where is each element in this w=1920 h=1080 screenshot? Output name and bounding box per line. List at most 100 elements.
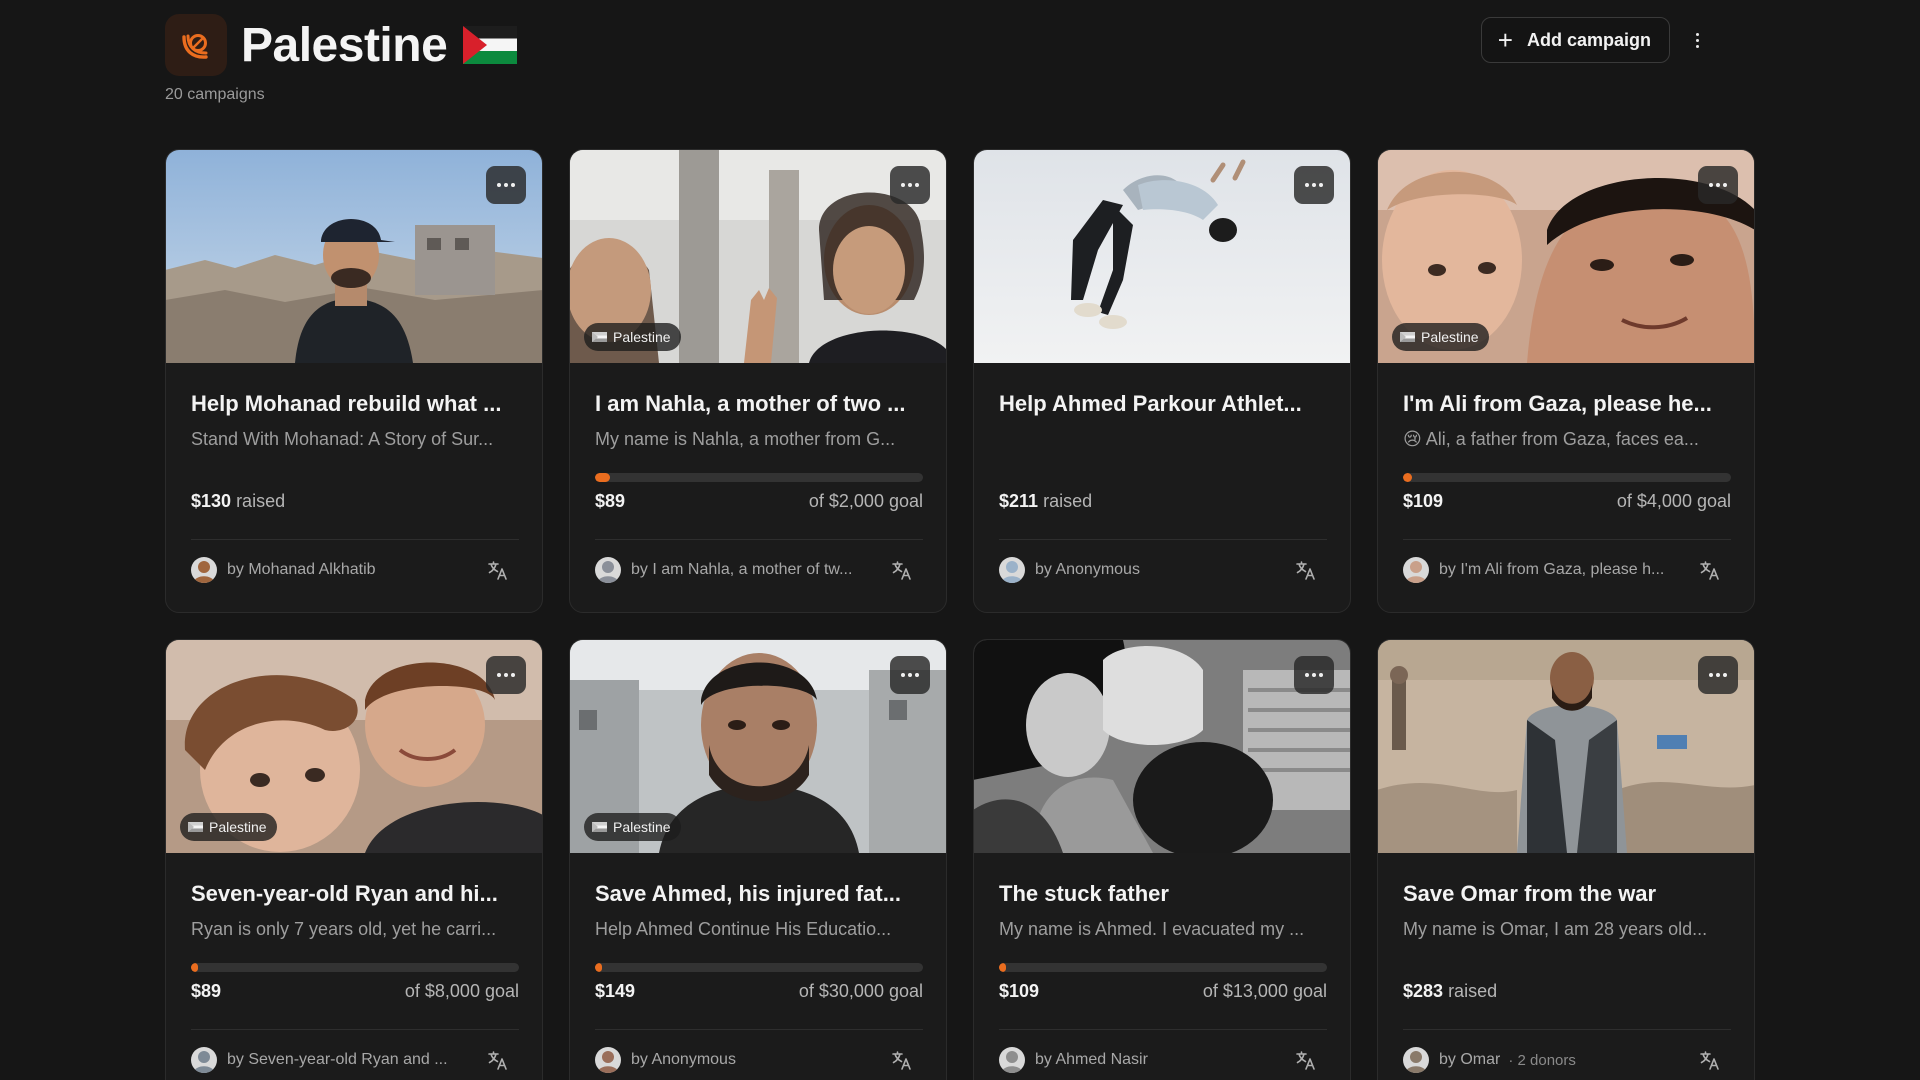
- palestine-flag-icon: [463, 26, 518, 64]
- campaign-title[interactable]: The stuck father: [999, 881, 1329, 907]
- raised-label: raised: [1448, 981, 1498, 1001]
- campaign-title[interactable]: I'm Ali from Gaza, please he...: [1403, 391, 1733, 417]
- donor-count: · 2 donors: [1508, 1051, 1576, 1069]
- palestine-flag-icon: [188, 822, 203, 832]
- campaign-author: by Ahmed Nasir: [999, 1045, 1327, 1075]
- avatar: [595, 557, 621, 583]
- campaign-title[interactable]: Save Omar from the war: [1403, 881, 1733, 907]
- author-name[interactable]: by I'm Ali from Gaza, please h...: [1439, 561, 1664, 579]
- goal-amount: of $30,000 goal: [798, 981, 923, 1001]
- campaign-photo: Palestine: [570, 150, 946, 363]
- funding-row: $283 raised: [1403, 981, 1731, 1002]
- funding-row: $149 of $30,000 goal: [595, 981, 923, 1002]
- progress-bar: [191, 963, 519, 972]
- campaign-card[interactable]: Palestine I am Nahla, a mother of two ..…: [569, 149, 947, 613]
- author-name[interactable]: by Omar: [1439, 1051, 1500, 1069]
- divider: [595, 539, 923, 540]
- progress-fill: [999, 963, 1006, 972]
- card-more-icon[interactable]: [486, 166, 526, 204]
- translate-icon[interactable]: [1699, 559, 1721, 581]
- add-campaign-button[interactable]: + Add campaign: [1480, 17, 1670, 63]
- divider: [191, 1029, 519, 1030]
- campaign-photo: Palestine: [1378, 150, 1754, 363]
- campaign-body: I'm Ali from Gaza, please he... 😢 Ali, a…: [1403, 363, 1731, 612]
- country-tag: Palestine: [1392, 323, 1489, 351]
- palestine-flag-icon: [592, 822, 607, 832]
- add-campaign-label: Add campaign: [1526, 29, 1651, 50]
- translate-icon[interactable]: [1699, 1049, 1721, 1071]
- author-name[interactable]: by Mohanad Alkhatib: [227, 561, 376, 579]
- progress-bar: [1403, 473, 1731, 482]
- funding-row: $89 of $2,000 goal: [595, 491, 923, 512]
- country-tag-label: Palestine: [209, 819, 267, 835]
- palestine-flag-icon: [592, 332, 607, 342]
- campaign-author: by Seven-year-old Ryan and ...: [191, 1045, 519, 1075]
- author-name[interactable]: by Anonymous: [1035, 561, 1140, 579]
- campaign-description: Stand With Mohanad: A Story of Sur...: [191, 429, 494, 449]
- campaign-description: My name is Nahla, a mother from G...: [595, 429, 896, 449]
- author-name[interactable]: by Anonymous: [631, 1051, 736, 1069]
- author-name[interactable]: by Seven-year-old Ryan and ...: [227, 1051, 448, 1069]
- campaign-card[interactable]: Palestine Save Ahmed, his injured fat...…: [569, 639, 947, 1080]
- goal-amount: of $4,000 goal: [1616, 491, 1731, 511]
- translate-icon[interactable]: [891, 559, 913, 581]
- goal-amount: of $2,000 goal: [808, 491, 923, 511]
- campaign-body: Save Omar from the war My name is Omar, …: [1403, 853, 1731, 1080]
- country-tag-label: Palestine: [1421, 329, 1479, 345]
- card-more-icon[interactable]: [1294, 656, 1334, 694]
- avatar: [999, 1047, 1025, 1073]
- goal-amount: of $13,000 goal: [1202, 981, 1327, 1001]
- amount-raised: $89: [191, 981, 221, 1002]
- campaign-title[interactable]: Help Mohanad rebuild what ...: [191, 391, 521, 417]
- amount-value: $109: [999, 981, 1040, 1001]
- campaign-description: Help Ahmed Continue His Educatio...: [595, 919, 892, 939]
- country-tag: Palestine: [584, 813, 681, 841]
- translate-icon[interactable]: [1295, 1049, 1317, 1071]
- campaign-title[interactable]: Save Ahmed, his injured fat...: [595, 881, 925, 907]
- translate-icon[interactable]: [487, 1049, 509, 1071]
- campaign-photo: [974, 150, 1350, 363]
- country-tag: Palestine: [180, 813, 277, 841]
- campaign-card[interactable]: Palestine I'm Ali from Gaza, please he..…: [1377, 149, 1755, 613]
- translate-icon[interactable]: [1295, 559, 1317, 581]
- campaigns-page: Palestine 20 campaigns + Add campaign He…: [0, 0, 1920, 1080]
- avatar: [191, 1047, 217, 1073]
- funding-row: $211 raised: [999, 491, 1327, 512]
- avatar: [595, 1047, 621, 1073]
- title-row: Palestine: [241, 14, 518, 76]
- campaign-body: Seven-year-old Ryan and hi... Ryan is on…: [191, 853, 519, 1080]
- funding-row: $109 of $13,000 goal: [999, 981, 1327, 1002]
- funding-row: $109 of $4,000 goal: [1403, 491, 1731, 512]
- card-more-icon[interactable]: [890, 656, 930, 694]
- campaign-title[interactable]: Seven-year-old Ryan and hi...: [191, 881, 521, 907]
- campaign-title[interactable]: I am Nahla, a mother of two ...: [595, 391, 925, 417]
- card-more-icon[interactable]: [890, 166, 930, 204]
- campaign-card[interactable]: Help Ahmed Parkour Athlet... $211 raised…: [973, 149, 1351, 613]
- campaign-author: by Omar · 2 donors: [1403, 1045, 1731, 1075]
- card-more-icon[interactable]: [486, 656, 526, 694]
- progress-bar: [595, 963, 923, 972]
- translate-icon[interactable]: [487, 559, 509, 581]
- card-more-icon[interactable]: [1698, 166, 1738, 204]
- amount-value: $211: [999, 491, 1039, 511]
- campaign-card[interactable]: The stuck father My name is Ahmed. I eva…: [973, 639, 1351, 1080]
- author-name[interactable]: by Ahmed Nasir: [1035, 1051, 1148, 1069]
- progress-fill: [191, 963, 198, 972]
- translate-icon[interactable]: [891, 1049, 913, 1071]
- more-options-icon[interactable]: [1685, 28, 1709, 52]
- amount-raised: $211 raised: [999, 491, 1092, 512]
- campaign-body: Help Ahmed Parkour Athlet... $211 raised…: [999, 363, 1327, 612]
- raised-label: raised: [236, 491, 286, 511]
- divider: [999, 1029, 1327, 1030]
- author-name[interactable]: by I am Nahla, a mother of tw...: [631, 561, 852, 579]
- card-more-icon[interactable]: [1294, 166, 1334, 204]
- card-more-icon[interactable]: [1698, 656, 1738, 694]
- campaign-card[interactable]: Help Mohanad rebuild what ... Stand With…: [165, 149, 543, 613]
- campaign-card[interactable]: Save Omar from the war My name is Omar, …: [1377, 639, 1755, 1080]
- campaign-body: Help Mohanad rebuild what ... Stand With…: [191, 363, 519, 612]
- campaign-author: by I'm Ali from Gaza, please h...: [1403, 555, 1731, 585]
- campaign-photo: [974, 640, 1350, 853]
- amount-value: $109: [1403, 491, 1444, 511]
- campaign-title[interactable]: Help Ahmed Parkour Athlet...: [999, 391, 1329, 417]
- campaign-card[interactable]: Palestine Seven-year-old Ryan and hi... …: [165, 639, 543, 1080]
